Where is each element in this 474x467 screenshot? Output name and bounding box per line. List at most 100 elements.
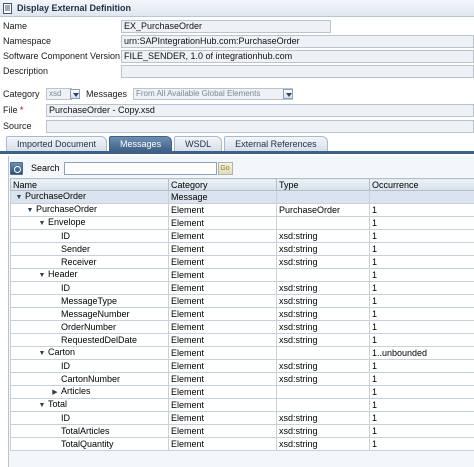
cell-type: xsd:string xyxy=(276,333,370,347)
required-marker: * xyxy=(20,105,24,115)
cell-category: Element xyxy=(168,398,277,412)
source-field[interactable] xyxy=(46,120,474,133)
node-name: Articles xyxy=(61,386,91,397)
namespace-field[interactable]: urn:SAPIntegrationHub.com:PurchaseOrder xyxy=(121,35,474,48)
node-name: MessageType xyxy=(61,295,118,306)
cell-type: xsd:string xyxy=(276,307,370,321)
table-row[interactable]: ▼ Header Element 1 xyxy=(10,268,474,282)
expand-toggle-icon[interactable]: ▼ xyxy=(38,400,46,411)
table-row[interactable]: ▶ Articles Element 1 xyxy=(10,385,474,399)
cell-name: ▼ PurchaseOrder xyxy=(10,190,169,204)
expand-toggle-icon[interactable]: ▼ xyxy=(15,192,23,203)
cell-type: xsd:string xyxy=(276,281,370,295)
table-row[interactable]: ▼ Total Element 1 xyxy=(10,398,474,412)
table-header-row: Name Category Type Occurrence xyxy=(10,178,474,191)
cell-occurrence xyxy=(369,190,474,204)
node-name: TotalQuantity xyxy=(61,438,114,449)
expand-toggle-icon[interactable]: ▼ xyxy=(38,218,46,229)
expand-toggle-icon[interactable]: ▼ xyxy=(26,205,34,216)
swcv-field[interactable]: FILE_SENDER, 1.0 of integrationhub.com xyxy=(121,50,474,63)
cell-occurrence: 1 xyxy=(369,229,474,243)
cell-type: xsd:string xyxy=(276,229,370,243)
category-select[interactable]: xsd xyxy=(46,88,72,100)
table-row[interactable]: CartonNumber Element xsd:string 1 xyxy=(10,372,474,386)
tab-underline xyxy=(0,151,474,154)
cell-occurrence: 1 xyxy=(369,437,474,451)
node-name: RequestedDelDate xyxy=(61,334,138,345)
table-row[interactable]: Receiver Element xsd:string 1 xyxy=(10,255,474,269)
table-row[interactable]: MessageType Element xsd:string 1 xyxy=(10,294,474,308)
cell-occurrence: 1 xyxy=(369,216,474,230)
cell-category: Element xyxy=(168,268,277,282)
tab-wsdl[interactable]: WSDL xyxy=(174,136,223,151)
table-row[interactable]: ID Element xsd:string 1 xyxy=(10,359,474,373)
cell-type: PurchaseOrder xyxy=(276,203,370,217)
column-header-type[interactable]: Type xyxy=(276,178,370,191)
window-title: Display External Definition xyxy=(17,3,132,13)
cell-name: Receiver xyxy=(10,255,169,269)
messages-select[interactable]: From All Available Global Elements xyxy=(133,88,293,100)
cell-category: Element xyxy=(168,229,277,243)
table-row[interactable]: MessageNumber Element xsd:string 1 xyxy=(10,307,474,321)
node-name: ID xyxy=(61,230,70,241)
tab-imported-document[interactable]: Imported Document xyxy=(6,136,108,151)
cell-type: xsd:string xyxy=(276,359,370,373)
column-header-category[interactable]: Category xyxy=(168,178,277,191)
table-row[interactable]: ID Element xsd:string 1 xyxy=(10,229,474,243)
name-field[interactable]: EX_PurchaseOrder xyxy=(121,20,331,33)
table-row[interactable]: OrderNumber Element xsd:string 1 xyxy=(10,320,474,334)
table-row[interactable]: ▼ Carton Element 1..unbounded xyxy=(10,346,474,360)
table-row[interactable]: ▼ Envelope Element 1 xyxy=(10,216,474,230)
cell-occurrence: 1 xyxy=(369,268,474,282)
node-name: OrderNumber xyxy=(61,321,117,332)
file-field[interactable]: PurchaseOrder - Copy.xsd xyxy=(46,104,474,117)
description-field[interactable] xyxy=(121,65,474,78)
table-row[interactable]: ID Element xsd:string 1 xyxy=(10,411,474,425)
messages-label: Messages xyxy=(86,89,128,99)
cell-name: TotalArticles xyxy=(10,424,169,438)
table-row[interactable]: ID Element xsd:string 1 xyxy=(10,281,474,295)
cell-occurrence: 1 xyxy=(369,320,474,334)
expand-toggle-icon[interactable]: ▼ xyxy=(38,348,46,359)
node-name: PurchaseOrder xyxy=(25,191,87,202)
cell-category: Element xyxy=(168,359,277,373)
table-row[interactable]: Sender Element xsd:string 1 xyxy=(10,242,474,256)
cell-name: ID xyxy=(10,411,169,425)
category-dropdown-icon[interactable] xyxy=(70,89,80,99)
search-toolbar: Search Go xyxy=(10,160,233,176)
cell-name: ▼ PurchaseOrder xyxy=(10,203,169,217)
cell-category: Element xyxy=(168,294,277,308)
node-name: PurchaseOrder xyxy=(36,204,98,215)
cell-occurrence: 1 xyxy=(369,359,474,373)
node-name: TotalArticles xyxy=(61,425,110,436)
table-row[interactable]: ▼ PurchaseOrder Message xyxy=(10,190,474,204)
cell-name: RequestedDelDate xyxy=(10,333,169,347)
collapse-toggle-icon[interactable]: ▶ xyxy=(51,387,59,398)
tab-external-references[interactable]: External References xyxy=(224,136,328,151)
cell-category: Element xyxy=(168,203,277,217)
tab-messages[interactable]: Messages xyxy=(109,136,173,151)
table-row[interactable]: TotalArticles Element xsd:string 1 xyxy=(10,424,474,438)
search-label: Search xyxy=(31,163,60,173)
cell-category: Element xyxy=(168,216,277,230)
go-button[interactable]: Go xyxy=(217,161,233,175)
node-name: Sender xyxy=(61,243,91,254)
search-toggle-button[interactable] xyxy=(10,161,23,175)
cell-name: Sender xyxy=(10,242,169,256)
table-row[interactable]: RequestedDelDate Element xsd:string 1 xyxy=(10,333,474,347)
column-header-occurrence[interactable]: Occurrence xyxy=(369,178,474,191)
cell-occurrence: 1 xyxy=(369,385,474,399)
search-input[interactable] xyxy=(63,161,217,175)
name-label: Name xyxy=(3,21,28,31)
cell-category: Element xyxy=(168,242,277,256)
tab-strip: Imported Document Messages WSDL External… xyxy=(6,136,330,151)
cell-type: xsd:string xyxy=(276,437,370,451)
table-row[interactable]: TotalQuantity Element xsd:string 1 xyxy=(10,437,474,451)
messages-dropdown-icon[interactable] xyxy=(283,89,293,99)
node-name: MessageNumber xyxy=(61,308,130,319)
cell-type: xsd:string xyxy=(276,294,370,308)
column-header-name[interactable]: Name xyxy=(10,178,169,191)
expand-toggle-icon[interactable]: ▼ xyxy=(38,270,46,281)
cell-name: ID xyxy=(10,281,169,295)
table-row[interactable]: ▼ PurchaseOrder Element PurchaseOrder 1 xyxy=(10,203,474,217)
